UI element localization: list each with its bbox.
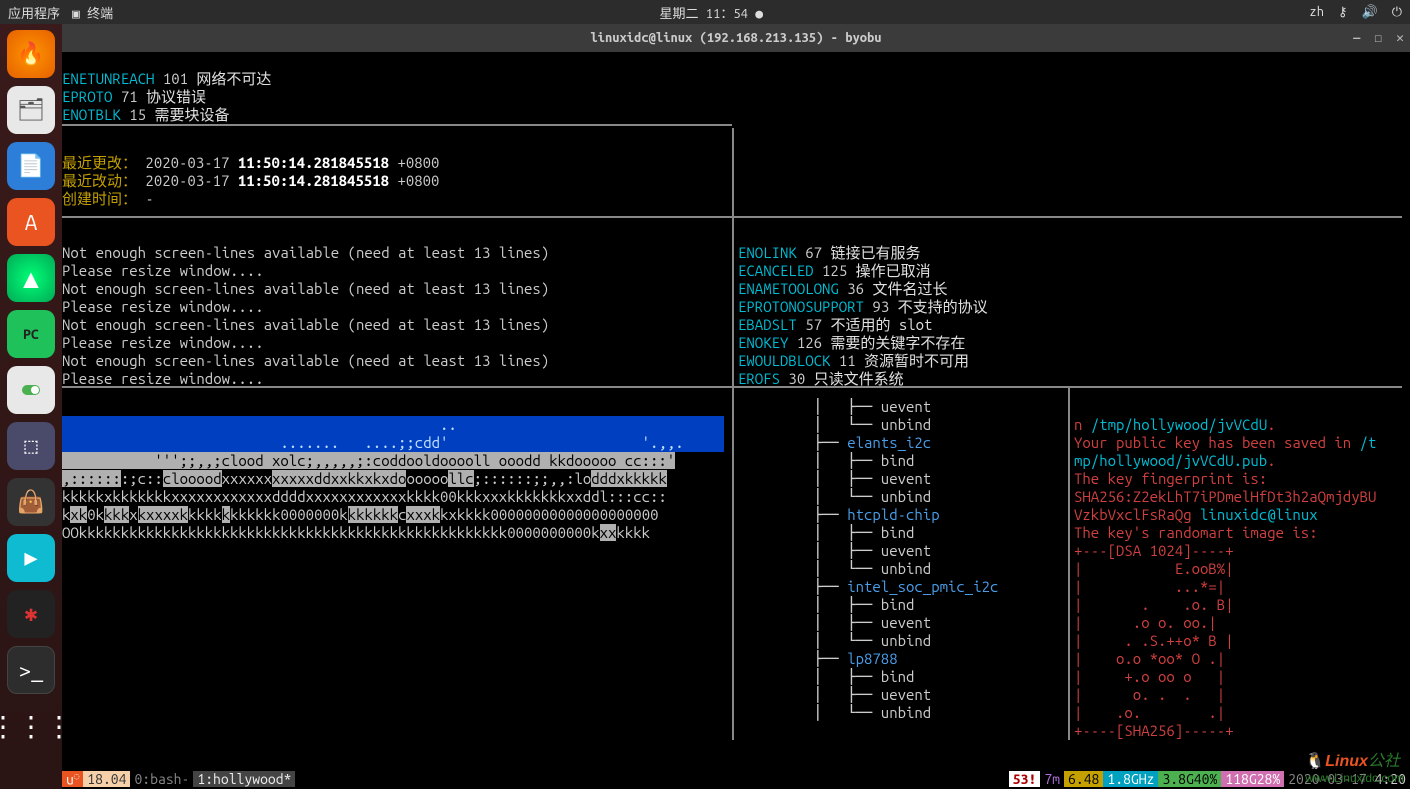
status-alert: 53! bbox=[1009, 771, 1041, 787]
status-mem: 3.8G40% bbox=[1158, 771, 1221, 787]
terminal-window: linuxidc@linux (192.168.213.135) - byobu… bbox=[62, 24, 1410, 789]
minimize-button[interactable]: — bbox=[1353, 31, 1360, 46]
status-disk: 118G28% bbox=[1221, 771, 1284, 787]
pane-divider bbox=[732, 218, 734, 386]
screenshot-launcher-icon[interactable]: ⬚ bbox=[7, 422, 55, 470]
snap-launcher-icon[interactable]: ▶ bbox=[7, 534, 55, 582]
dock: 🔥 🗂 📄 A ▲ PC ⬚ 👜 ▶ ✱ >_ ⋮⋮⋮ bbox=[0, 24, 62, 789]
power-icon[interactable]: ⏻ bbox=[1392, 5, 1402, 20]
network-launcher-icon[interactable]: ✱ bbox=[7, 590, 55, 638]
terminal-launcher-icon[interactable]: >_ bbox=[7, 646, 55, 694]
status-uptime: 7m bbox=[1040, 771, 1064, 787]
pane-ssh-keygen: n /tmp/hollywood/jvVCdU. Your public key… bbox=[1074, 398, 1402, 758]
volume-icon[interactable]: 🔊 bbox=[1362, 5, 1378, 20]
terminal-viewport[interactable]: ENETUNREACH 101 网络不可达 EPROTO 71 协议错误 ENO… bbox=[62, 52, 1410, 769]
pycharm-launcher-icon[interactable]: PC bbox=[7, 310, 55, 358]
pane-stat: 最近更改： 2020-03-17 11:50:14.281845518 +080… bbox=[62, 136, 732, 226]
pane-resize-warning: Not enough screen-lines available (need … bbox=[62, 226, 732, 406]
applications-menu[interactable]: 应用程序 bbox=[8, 3, 60, 22]
byobu-status-bar: u◌ 18.04 0:bash- 1:hollywood* 53! 7m 6.4… bbox=[62, 769, 1410, 789]
pane-divider bbox=[62, 124, 732, 126]
pane-tree: │ ├── uevent │ └── unbind ├── elants_i2c… bbox=[738, 398, 1068, 722]
status-os-version: 18.04 bbox=[83, 771, 130, 787]
status-window-1-active[interactable]: 1:hollywood* bbox=[193, 771, 295, 787]
window-title: linuxidc@linux (192.168.213.135) - byobu bbox=[590, 31, 881, 45]
watermark: 🐧Linux公社 www.Linuxidc.com bbox=[1305, 747, 1404, 785]
status-load: 6.48 bbox=[1064, 771, 1103, 787]
maximize-button[interactable]: ☐ bbox=[1374, 31, 1382, 46]
status-cpu-freq: 1.8GHz bbox=[1103, 771, 1158, 787]
pane-errno-top: ENETUNREACH 101 网络不可达 EPROTO 71 协议错误 ENO… bbox=[62, 52, 732, 142]
tweaks-launcher-icon[interactable] bbox=[7, 366, 55, 414]
system-top-bar: 应用程序 ▣ 终端 星期二 11：54 ● zh ⚷ 🔊 ⏻ bbox=[0, 0, 1410, 24]
status-window-0[interactable]: 0:bash- bbox=[130, 771, 193, 787]
pane-errno-right: ENOLINK 67 链接已有服务 ECANCELED 125 操作已取消 EN… bbox=[738, 226, 1398, 406]
pane-divider bbox=[1068, 388, 1070, 740]
pane-noise: .. ....... ....;;cdd' '.,,. ''';;,,;cloo… bbox=[62, 398, 732, 560]
writer-launcher-icon[interactable]: 📄 bbox=[7, 142, 55, 190]
clock[interactable]: 星期二 11：54 ● bbox=[660, 7, 764, 21]
window-titlebar: linuxidc@linux (192.168.213.135) - byobu… bbox=[62, 24, 1410, 52]
network-icon[interactable]: ⚷ bbox=[1338, 5, 1348, 20]
status-logo: u◌ bbox=[62, 771, 83, 788]
input-method-indicator[interactable]: zh bbox=[1309, 5, 1324, 19]
files-launcher-icon[interactable]: 🗂 bbox=[7, 86, 55, 134]
pane-divider bbox=[732, 128, 734, 218]
show-apps-icon[interactable]: ⋮⋮⋮ bbox=[7, 702, 55, 750]
android-studio-launcher-icon[interactable]: ▲ bbox=[7, 254, 55, 302]
software-launcher-icon[interactable]: A bbox=[7, 198, 55, 246]
terminal-menu-icon[interactable]: ▣ 终端 bbox=[72, 3, 113, 22]
pane-divider bbox=[732, 388, 734, 740]
store-launcher-icon[interactable]: 👜 bbox=[7, 478, 55, 526]
close-button[interactable]: ✕ bbox=[1396, 31, 1404, 46]
firefox-launcher-icon[interactable]: 🔥 bbox=[7, 30, 55, 78]
